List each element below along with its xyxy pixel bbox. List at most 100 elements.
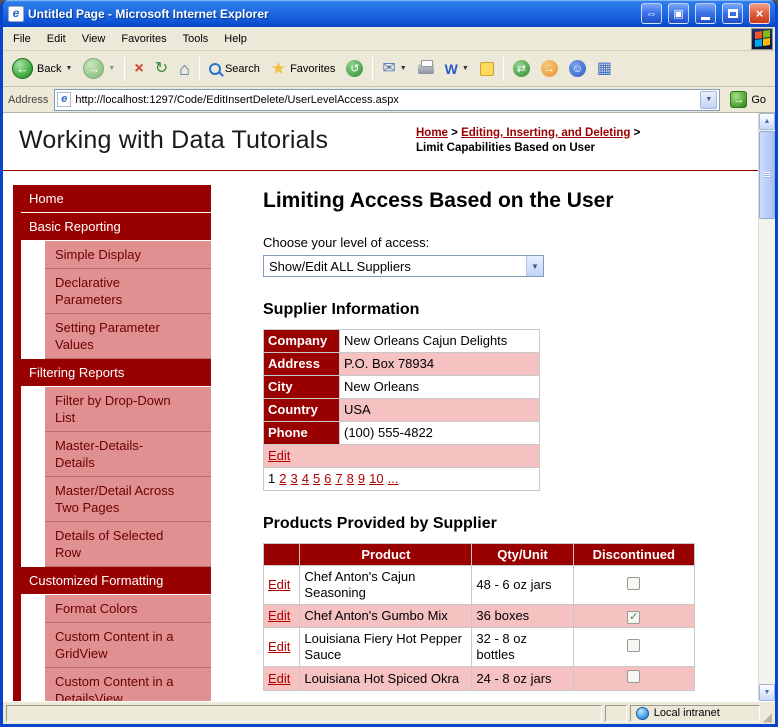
pager-link-9[interactable]: 9 (358, 471, 365, 486)
scrollbar-thumb[interactable] (759, 131, 775, 219)
pager-link-5[interactable]: 5 (313, 471, 320, 486)
refresh-button[interactable]: ↻ (150, 54, 173, 84)
sidebar-item-master-details-details[interactable]: Master-Details-Details (45, 432, 211, 477)
print-button[interactable] (413, 54, 439, 84)
pager-link-4[interactable]: 4 (302, 471, 309, 486)
address-input[interactable] (75, 93, 697, 106)
sidebar-item-setting-parameter-values[interactable]: Setting Parameter Values (45, 314, 211, 359)
close-button[interactable]: × (749, 3, 770, 24)
scroll-down-button[interactable]: ▼ (759, 684, 775, 701)
vertical-scrollbar[interactable]: ▲ ▼ (758, 113, 775, 701)
pager-link-7[interactable]: 7 (335, 471, 342, 486)
status-zone-text: Local intranet (653, 707, 720, 719)
pager-link-8[interactable]: 8 (347, 471, 354, 486)
breadcrumb-link-home[interactable]: Home (416, 127, 448, 139)
history-button[interactable]: ↺ (341, 54, 368, 84)
supplier-pager: 1 2 3 4 5 6 7 8 9 10... (263, 467, 540, 491)
breadcrumb-links: Home > Editing, Inserting, and Deleting … (416, 127, 641, 139)
supplier-edit-link[interactable]: Edit (268, 448, 290, 463)
menu-item-help[interactable]: Help (216, 29, 255, 49)
products-header-qty-unit: Qty/Unit (471, 543, 574, 566)
menu-item-favorites[interactable]: Favorites (113, 29, 174, 49)
sidebar-item-custom-content-in-a-gridview[interactable]: Custom Content in a GridView (45, 623, 211, 668)
discontinued-checkbox[interactable] (627, 638, 641, 652)
links-grid-button[interactable]: ▦ (592, 54, 617, 84)
supplier-field-label: Address (263, 352, 340, 376)
product-edit-link[interactable]: Edit (268, 577, 290, 592)
menu-item-tools[interactable]: Tools (175, 29, 217, 49)
search-label: Search (224, 62, 260, 75)
favorites-button[interactable]: ★ Favorites (266, 54, 341, 84)
sidebar-item-home[interactable]: Home (21, 185, 211, 213)
product-row: Edit Chef Anton's Gumbo Mix 36 boxes ✓ (262, 604, 696, 628)
product-edit-link[interactable]: Edit (268, 608, 290, 623)
sync-button[interactable]: ⇄ (508, 54, 535, 84)
breadcrumb-link-editing-inserting-and-deleting[interactable]: Editing, Inserting, and Deleting (461, 127, 630, 139)
edit-dropdown-icon: ▼ (461, 65, 469, 72)
research-button[interactable]: → (536, 54, 563, 84)
pager-link-more[interactable]: ... (388, 471, 399, 486)
pager-link-3[interactable]: 3 (290, 471, 297, 486)
sidebar-item-filtering-reports[interactable]: Filtering Reports (21, 359, 211, 387)
mail-button[interactable]: ✉ ▼ (377, 54, 411, 84)
home-button[interactable]: ⌂ (174, 54, 195, 84)
forward-icon: → (83, 58, 105, 79)
access-level-value: Show/Edit ALL Suppliers (269, 258, 411, 274)
favorites-star-icon: ★ (270, 58, 287, 78)
discontinued-checkbox[interactable] (627, 576, 641, 590)
messenger-button[interactable]: ☺ (564, 54, 591, 84)
menu-item-file[interactable]: File (5, 29, 39, 49)
minimize-button[interactable] (695, 3, 716, 24)
address-dropdown-button[interactable]: ▼ (700, 90, 718, 109)
products-header-discontinued: Discontinued (572, 543, 696, 566)
scroll-up-button[interactable]: ▲ (759, 113, 775, 130)
product-edit-link[interactable]: Edit (268, 639, 290, 654)
resize-grip[interactable]: ◢ (763, 711, 772, 723)
access-level-select[interactable]: Show/Edit ALL Suppliers ▼ (263, 255, 544, 277)
sidebar-item-simple-display[interactable]: Simple Display (45, 241, 211, 269)
supplier-field-label: City (263, 375, 340, 399)
product-row: Edit Louisiana Fiery Hot Pepper Sauce 32 -… (262, 627, 696, 667)
menu-bar: File Edit View Favorites Tools Help (3, 27, 775, 51)
back-button[interactable]: ← Back ▼ (7, 54, 77, 84)
product-qty: 24 - 8 oz jars (471, 666, 574, 691)
menu-item-edit[interactable]: Edit (39, 29, 74, 49)
pager-link-6[interactable]: 6 (324, 471, 331, 486)
sidebar-item-basic-reporting[interactable]: Basic Reporting (21, 213, 211, 241)
sidebar-items: Home Basic Reporting Simple Display Declara… (21, 185, 211, 701)
sidebar-item-master-detail-across-two-pages[interactable]: Master/Detail Across Two Pages (45, 477, 211, 522)
mail-icon: ✉ (382, 59, 396, 77)
search-button[interactable]: Search (204, 54, 265, 84)
supplier-field-label: Country (263, 398, 340, 422)
browser-window: e Untitled Page - Microsoft Internet Exp… (0, 0, 778, 727)
product-qty: 36 boxes (471, 604, 574, 628)
address-field[interactable]: e ▼ (54, 88, 721, 111)
stop-icon: × (134, 59, 144, 77)
go-button[interactable]: → Go (726, 88, 770, 112)
pan-button[interactable]: ⇔ (641, 3, 662, 24)
sidebar-item-filter-by-drop-down-list[interactable]: Filter by Drop-Down List (45, 387, 211, 432)
pager-link-2[interactable]: 2 (279, 471, 286, 486)
edit-button[interactable]: W ▼ (440, 54, 474, 84)
sidebar-item-custom-content-in-a-detailsview[interactable]: Custom Content in a DetailsView (45, 668, 211, 701)
discuss-button[interactable] (475, 54, 499, 84)
panel-button[interactable]: ▣ (668, 3, 689, 24)
sidebar-item-customized-formatting[interactable]: Customized Formatting (21, 567, 211, 595)
maximize-button[interactable] (722, 3, 743, 24)
menu-item-view[interactable]: View (74, 29, 114, 49)
sidebar-item-format-colors[interactable]: Format Colors (45, 595, 211, 623)
discontinued-checkbox[interactable]: ✓ (627, 611, 641, 624)
toolbar-separator (372, 56, 374, 81)
products-grid-table: Product Qty/Unit Discontinued Edit Chef Ant… (262, 543, 696, 691)
product-qty: 48 - 6 oz jars (471, 565, 574, 605)
pager-link-10[interactable]: 10 (369, 471, 383, 486)
stop-button[interactable]: × (129, 54, 148, 84)
title-bar[interactable]: e Untitled Page - Microsoft Internet Exp… (3, 0, 775, 27)
sidebar-item-details-of-selected-row[interactable]: Details of Selected Row (45, 522, 211, 567)
product-name: Louisiana Hot Spiced Okra (299, 666, 473, 691)
sidebar-item-declarative-parameters[interactable]: Declarative Parameters (45, 269, 211, 314)
select-dropdown-icon: ▼ (526, 256, 543, 276)
product-edit-link[interactable]: Edit (268, 671, 290, 686)
discontinued-checkbox[interactable] (627, 670, 641, 683)
forward-button[interactable]: → ▼ (78, 54, 120, 84)
